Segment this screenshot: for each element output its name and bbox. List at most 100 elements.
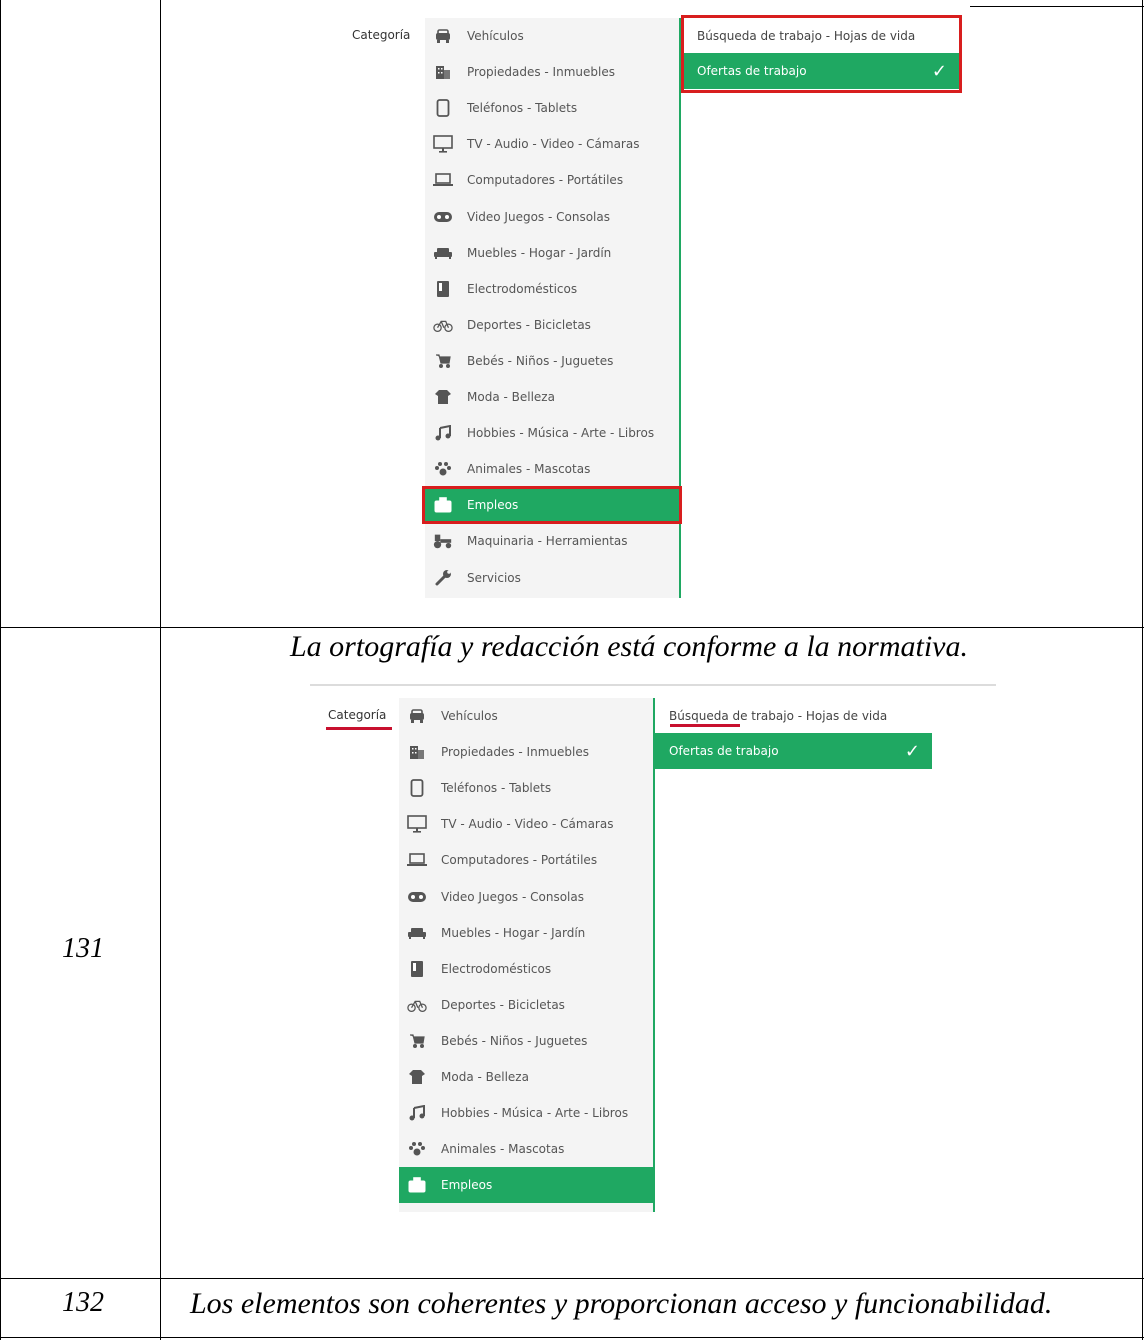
category-item[interactable]: Vehículos — [425, 18, 679, 54]
car-icon — [433, 26, 453, 46]
row-132-number: 132 — [62, 1287, 104, 1318]
monitor-icon — [433, 134, 453, 154]
category-label-text: Computadores - Portátiles — [467, 173, 624, 188]
category-label-text: Deportes - Bicicletas — [467, 317, 591, 332]
category-label-text: Hobbies - Música - Arte - Libros — [441, 1106, 629, 1121]
category-item[interactable]: Teléfonos - Tablets — [399, 770, 653, 806]
category-label-text: Servicios — [467, 570, 521, 585]
top-screenshot-panel: Categoría Vehículos Propiedades - Inmuebl… — [340, 8, 970, 598]
category-label-text: Vehículos — [467, 29, 524, 43]
category-label-text: Muebles - Hogar - Jardín — [441, 925, 586, 940]
category-item[interactable]: Propiedades - Inmuebles — [399, 734, 653, 770]
category-item[interactable]: Hobbies - Música - Arte - Libros — [399, 1095, 653, 1131]
category-item[interactable]: Maquinaria - Herramientas — [425, 523, 679, 559]
sofa-icon — [407, 923, 427, 943]
category-label-text: Bebés - Niños - Juguetes — [467, 353, 614, 368]
category-label-text: Electrodomésticos — [467, 281, 578, 296]
category-label-text: Deportes - Bicicletas — [441, 997, 565, 1012]
category-item[interactable]: TV - Audio - Video - Cámaras — [425, 126, 679, 162]
category-item[interactable]: Bebés - Niños - Juguetes — [399, 1023, 653, 1059]
category-item[interactable]: Empleos — [399, 1167, 653, 1204]
stroller-icon — [433, 351, 453, 371]
laptop-icon — [433, 170, 453, 190]
subcategory-item-ofertas[interactable]: Ofertas de trabajo ✓ — [655, 733, 932, 769]
music-icon — [433, 423, 453, 443]
gamepad-icon — [433, 207, 453, 227]
bicycle-icon — [407, 995, 427, 1015]
category-label-text: Bebés - Niños - Juguetes — [441, 1033, 588, 1048]
table-border-bottom — [0, 1337, 1144, 1338]
category-item[interactable]: Electrodomésticos — [399, 951, 653, 987]
category-label-text: Moda - Belleza — [467, 390, 555, 404]
category-label: Categoría — [352, 28, 411, 42]
clothes-icon — [433, 387, 453, 407]
gamepad-icon — [407, 887, 427, 907]
paw-icon — [433, 459, 453, 479]
phone-icon — [407, 778, 427, 798]
category-label-text: Video Juegos - Consolas — [441, 889, 584, 904]
table-border-left — [0, 0, 1, 1340]
category-item[interactable]: Moda - Belleza — [399, 1059, 653, 1095]
category-item[interactable]: Animales - Mascotas — [399, 1131, 653, 1167]
category-item[interactable]: Video Juegos - Consolas — [399, 879, 653, 915]
category-label-text: Animales - Mascotas — [467, 462, 591, 477]
category-label-text: Electrodomésticos — [441, 961, 552, 976]
category-item[interactable]: Electrodomésticos — [425, 271, 679, 307]
category-item[interactable]: Deportes - Bicicletas — [399, 987, 653, 1023]
sofa-icon — [433, 243, 453, 263]
category-item[interactable]: Computadores - Portátiles — [425, 162, 679, 198]
table-row-divider-2 — [0, 1278, 1144, 1279]
laptop-icon — [407, 850, 427, 870]
category-item[interactable]: Teléfonos - Tablets — [425, 90, 679, 126]
category-item[interactable]: Vehículos — [399, 698, 653, 734]
building-icon — [407, 742, 427, 762]
appliance-icon — [407, 959, 427, 979]
underline-busqueda — [670, 724, 740, 727]
category-label-text: Maquinaria - Herramientas — [467, 534, 628, 549]
phone-icon — [433, 98, 453, 118]
bottom-screenshot-panel: Categoría Vehículos Propiedades - Inmuebl… — [310, 680, 1000, 1212]
category-label-text: Animales - Mascotas — [441, 1142, 565, 1157]
subcategory-item-busqueda[interactable]: Búsqueda de trabajo - Hojas de vida — [655, 698, 932, 734]
table-column-divider — [160, 0, 161, 1340]
category-label-text: Hobbies - Música - Arte - Libros — [467, 426, 655, 441]
underline-categoria — [326, 727, 392, 730]
category-label-text: Propiedades - Inmuebles — [467, 65, 615, 80]
paw-icon — [407, 1139, 427, 1159]
category-item[interactable]: Servicios — [425, 560, 679, 596]
category-item[interactable]: Propiedades - Inmuebles — [425, 54, 679, 90]
category-item[interactable]: Animales - Mascotas — [425, 451, 679, 487]
appliance-icon — [433, 279, 453, 299]
category-item[interactable]: Hobbies - Música - Arte - Libros — [425, 415, 679, 451]
category-label-text: TV - Audio - Video - Cámaras — [441, 817, 614, 832]
category-label-text: Teléfonos - Tablets — [441, 781, 552, 796]
category-label-text: Vehículos — [441, 709, 498, 723]
stroller-icon — [407, 1031, 427, 1051]
category-item[interactable]: Computadores - Portátiles — [399, 842, 653, 878]
subcategory-label: Ofertas de trabajo — [669, 744, 779, 758]
category-item[interactable]: Deportes - Bicicletas — [425, 307, 679, 343]
building-icon — [433, 62, 453, 82]
category-item[interactable]: TV - Audio - Video - Cámaras — [399, 806, 653, 842]
category-item[interactable]: Video Juegos - Consolas — [425, 199, 679, 235]
table-row-divider-1 — [0, 627, 1144, 628]
category-item[interactable]: Muebles - Hogar - Jardín — [425, 235, 679, 271]
category-item[interactable]: Bebés - Niños - Juguetes — [425, 343, 679, 379]
row-131-number: 131 — [62, 933, 104, 964]
category-item[interactable]: Moda - Belleza — [425, 379, 679, 415]
highlight-box-empleos — [422, 486, 682, 524]
category-label-text: Propiedades - Inmuebles — [441, 745, 589, 760]
category-label-text: TV - Audio - Video - Cámaras — [467, 137, 640, 152]
category-item[interactable]: Muebles - Hogar - Jardín — [399, 915, 653, 951]
car-icon — [407, 706, 427, 726]
category-label-text: Muebles - Hogar - Jardín — [467, 245, 612, 260]
category-label-text: Computadores - Portátiles — [441, 853, 598, 868]
category-label-text: Moda - Belleza — [441, 1070, 529, 1084]
menu-divider — [653, 698, 655, 1212]
wrench-icon — [433, 568, 453, 588]
check-icon: ✓ — [904, 741, 920, 762]
category-label-text: Empleos — [441, 1178, 493, 1193]
row-132-caption: Los elementos son coherentes y proporcio… — [190, 1287, 1053, 1320]
row-131-caption: La ortografía y redacción está conforme … — [290, 630, 968, 663]
bicycle-icon — [433, 315, 453, 335]
